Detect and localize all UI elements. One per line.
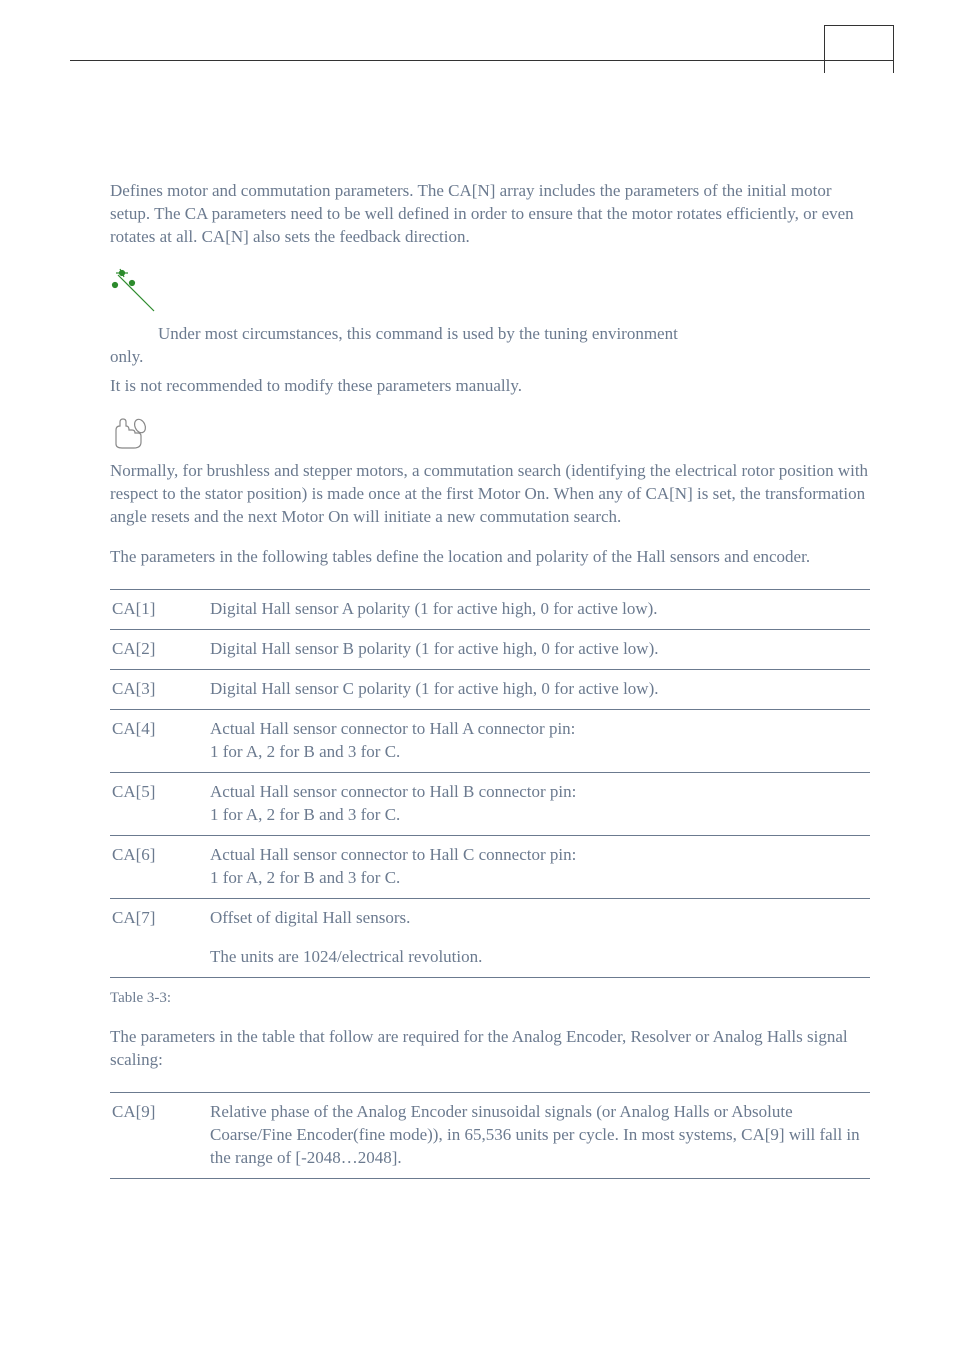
note-1-tail: It is not recommended to modify these pa… (110, 375, 870, 398)
param-desc: Actual Hall sensor connector to Hall B c… (210, 773, 870, 836)
header-rule (70, 60, 894, 61)
table-caption-1: Table 3-3: (110, 988, 870, 1008)
table-row: CA[2] Digital Hall sensor B polarity (1 … (110, 630, 870, 670)
param-key: CA[4] (110, 710, 210, 773)
mid-para: The parameters in the table that follow … (110, 1026, 870, 1072)
param-desc: Digital Hall sensor B polarity (1 for ac… (210, 630, 870, 670)
header-box (824, 25, 894, 73)
param-desc: Digital Hall sensor C polarity (1 for ac… (210, 670, 870, 710)
param-desc: Digital Hall sensor A polarity (1 for ac… (210, 590, 870, 630)
intro-para-1: Defines motor and commutation parameters… (110, 180, 870, 249)
intro-para-3: The parameters in the following tables d… (110, 546, 870, 569)
note-1-line1: Under most circumstances, this command i… (158, 324, 678, 343)
table-row: CA[3] Digital Hall sensor C polarity (1 … (110, 670, 870, 710)
table-row: CA[4] Actual Hall sensor connector to Ha… (110, 710, 870, 773)
param-key-empty (110, 938, 210, 977)
param-key: CA[3] (110, 670, 210, 710)
table-row: CA[9] Relative phase of the Analog Encod… (110, 1092, 870, 1178)
param-key: CA[6] (110, 835, 210, 898)
intro-para-2: Normally, for brushless and stepper moto… (110, 460, 870, 529)
param-key: CA[1] (110, 590, 210, 630)
param-key: CA[5] (110, 773, 210, 836)
param-desc-extra: The units are 1024/electrical revolution… (210, 938, 870, 977)
table-row: CA[1] Digital Hall sensor A polarity (1 … (110, 590, 870, 630)
note-1-text: Under most circumstances, this command i… (110, 323, 870, 369)
table-row: CA[5] Actual Hall sensor connector to Ha… (110, 773, 870, 836)
table-row: CA[7] Offset of digital Hall sensors. (110, 898, 870, 937)
wand-icon (110, 267, 870, 317)
table-analog-params: CA[9] Relative phase of the Analog Encod… (110, 1092, 870, 1179)
table-row: The units are 1024/electrical revolution… (110, 938, 870, 977)
hand-note-icon (110, 416, 870, 454)
note-1-line2: only. (110, 346, 870, 369)
param-desc: Offset of digital Hall sensors. (210, 898, 870, 937)
param-key: CA[7] (110, 898, 210, 937)
param-desc: Actual Hall sensor connector to Hall A c… (210, 710, 870, 773)
param-key: CA[9] (110, 1092, 210, 1178)
param-key: CA[2] (110, 630, 210, 670)
table-hall-params: CA[1] Digital Hall sensor A polarity (1 … (110, 589, 870, 977)
param-desc: Relative phase of the Analog Encoder sin… (210, 1092, 870, 1178)
param-desc: Actual Hall sensor connector to Hall C c… (210, 835, 870, 898)
table-row: CA[6] Actual Hall sensor connector to Ha… (110, 835, 870, 898)
page-content: Defines motor and commutation parameters… (110, 180, 870, 1189)
